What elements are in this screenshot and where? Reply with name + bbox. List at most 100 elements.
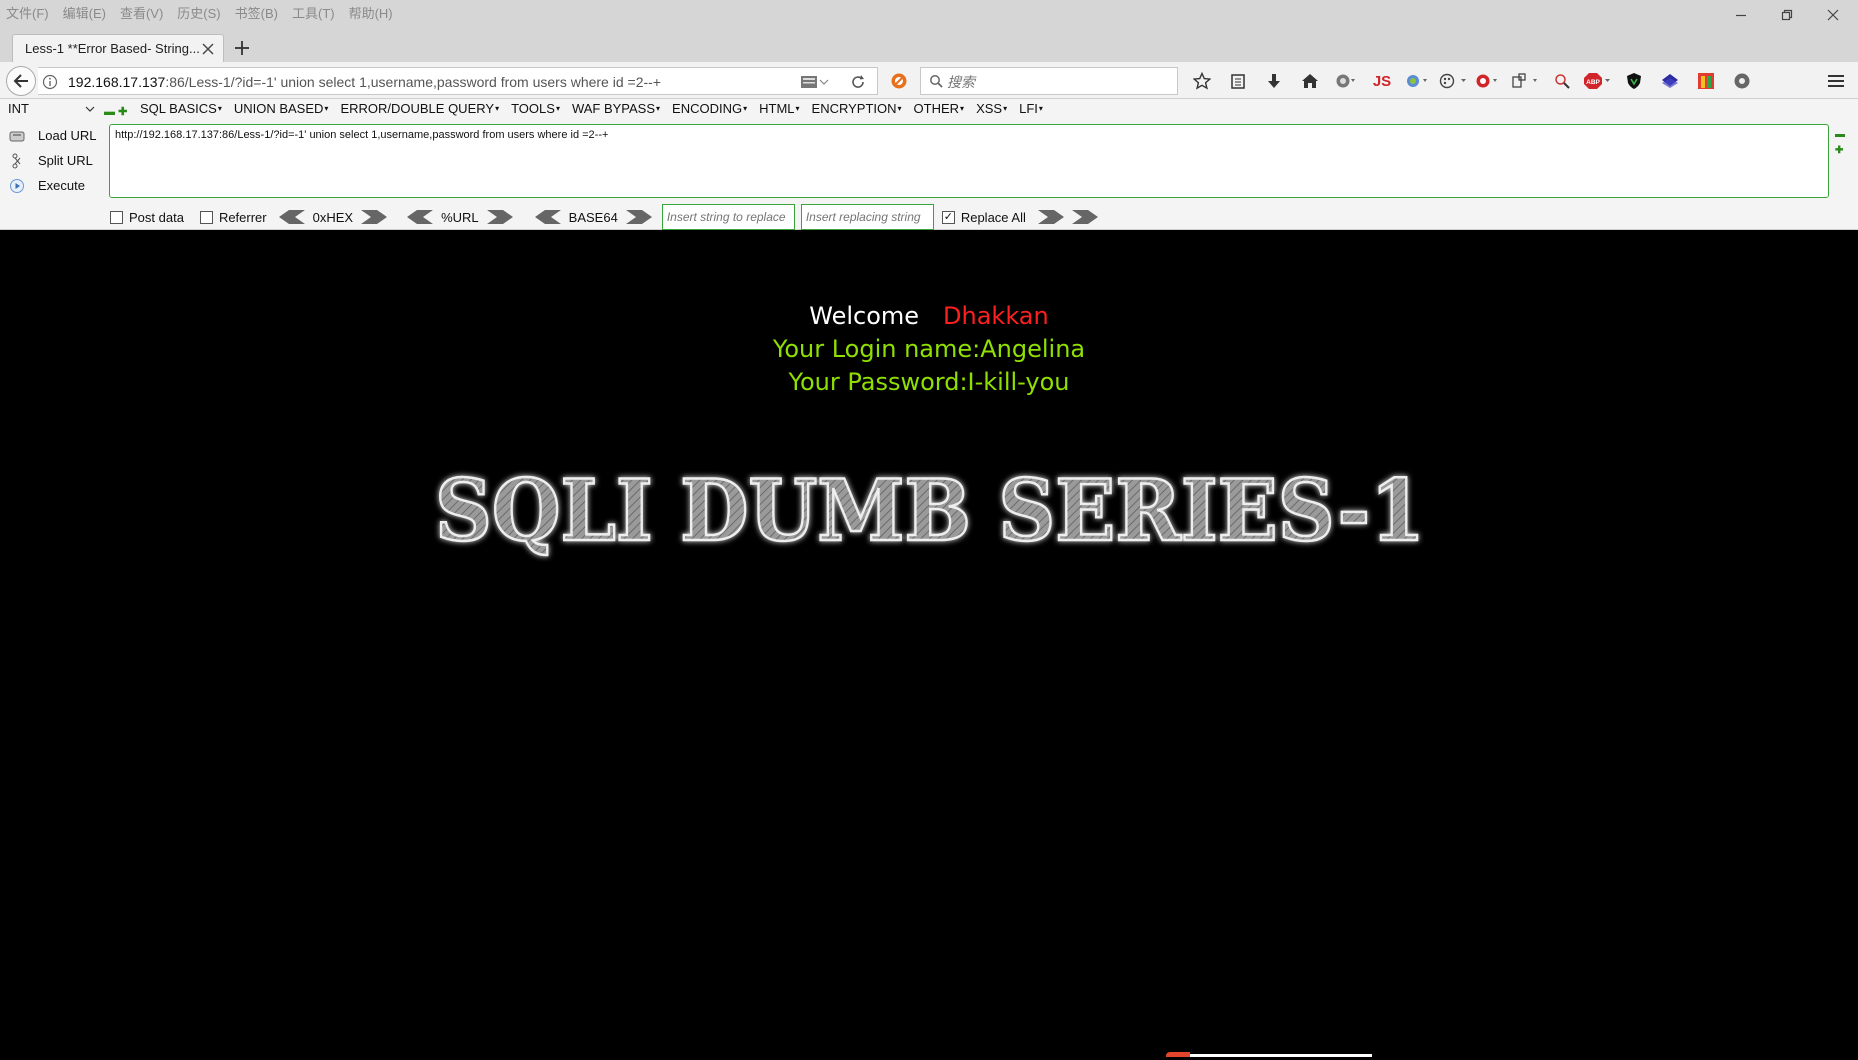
plus-icon[interactable]: ✚ — [118, 106, 127, 118]
search-box[interactable] — [920, 67, 1178, 95]
replace-all-checkbox[interactable]: ✓ — [941, 210, 955, 224]
magnifier-icon — [1555, 74, 1570, 89]
js-toggle-button[interactable]: JS — [1364, 67, 1400, 95]
base64-decode-arrow-icon[interactable] — [534, 210, 561, 224]
restore-button[interactable] — [1764, 2, 1810, 28]
address-bar[interactable]: 192.168.17.137:86/Less-1/?id=-1' union s… — [38, 67, 878, 95]
reload-icon[interactable] — [850, 74, 866, 90]
sync-button[interactable] — [1328, 67, 1364, 95]
minus-icon[interactable]: ▬ — [1835, 129, 1845, 140]
menu-file[interactable]: 文件(F) — [6, 3, 49, 22]
navigation-bar: 192.168.17.137:86/Less-1/?id=-1' union s… — [0, 62, 1858, 99]
download-icon — [1268, 74, 1280, 88]
url-text[interactable]: 192.168.17.137:86/Less-1/?id=-1' union s… — [68, 74, 661, 90]
hackbar-menu-error-double-query[interactable]: ERROR/DOUBLE QUERY — [340, 101, 499, 116]
close-tab-icon[interactable] — [199, 40, 217, 58]
menu-items: 文件(F) 编辑(E) 查看(V) 历史(S) 书签(B) 工具(T) 帮助(H… — [6, 3, 393, 22]
hamburger-menu-button[interactable] — [1818, 67, 1854, 95]
new-tab-icon[interactable] — [230, 36, 254, 60]
menu-bookmarks[interactable]: 书签(B) — [235, 3, 278, 22]
restore-icon — [1781, 9, 1793, 21]
replace-all-label: Replace All — [960, 209, 1026, 225]
hackbar-menu-html[interactable]: HTML — [759, 101, 799, 116]
execute-icon — [8, 177, 26, 195]
split-url-label: Split URL — [38, 153, 93, 168]
hex-decode-arrow-icon[interactable] — [278, 210, 305, 224]
hackbar-menu-sql-basics[interactable]: SQL BASICS — [140, 101, 222, 116]
proxy-icon — [1407, 75, 1427, 87]
replace-string-input[interactable] — [661, 204, 795, 230]
hackbar-url-textarea[interactable]: http://192.168.17.137:86/Less-1/?id=-1' … — [109, 124, 1829, 198]
base64-label: BASE64 — [568, 209, 618, 225]
back-button[interactable] — [6, 66, 36, 96]
minus-icon[interactable]: ▬ — [104, 106, 115, 118]
hackbar-zoom-controls[interactable]: ▬ ✚ — [104, 105, 127, 118]
base64-encode-arrow-icon[interactable] — [625, 210, 652, 224]
menu-help[interactable]: 帮助(H) — [349, 3, 393, 22]
addon-blocked-icon[interactable] — [890, 72, 908, 90]
chevron-down-icon — [85, 106, 95, 112]
referrer-label: Referrer — [218, 209, 267, 225]
layers-button[interactable] — [1652, 67, 1688, 95]
bookmark-star-button[interactable] — [1184, 67, 1220, 95]
hamburger-icon — [1828, 75, 1844, 87]
responsive-button[interactable] — [1508, 67, 1544, 95]
hackbar-menu-encoding[interactable]: ENCODING — [672, 101, 747, 116]
referrer-checkbox[interactable] — [199, 210, 213, 224]
minimize-button[interactable] — [1718, 2, 1764, 28]
adblock-button[interactable]: ABP — [1580, 67, 1616, 95]
toolbar-icons: JS ABP — [1184, 67, 1760, 95]
hackbar-menu-union-based[interactable]: UNION BASED — [234, 101, 329, 116]
url-decode-arrow-icon[interactable] — [407, 210, 434, 224]
close-icon — [1827, 9, 1839, 21]
hex-encode-arrow-icon[interactable] — [361, 210, 388, 224]
palette-icon — [1439, 73, 1466, 89]
home-button[interactable] — [1292, 67, 1328, 95]
url-encode-arrow-icon[interactable] — [486, 210, 513, 224]
colorful-tabs-icon — [1698, 73, 1714, 89]
proxy-button[interactable] — [1400, 67, 1436, 95]
menu-tools[interactable]: 工具(T) — [292, 3, 335, 22]
hackbar-encoding-row: Post data Referrer 0xHEX %URL BASE64 ✓ R… — [110, 204, 1098, 230]
shield-button[interactable] — [1616, 67, 1652, 95]
split-url-icon — [8, 152, 26, 170]
downloads-button[interactable] — [1256, 67, 1292, 95]
hackbar-menu-other[interactable]: OTHER — [914, 101, 965, 116]
library-button[interactable] — [1220, 67, 1256, 95]
page-content: Welcome Dhakkan Your Login name:Angelina … — [0, 230, 1858, 1060]
hackbar-menu-lfi[interactable]: LFI — [1019, 101, 1043, 116]
hackbar-menu-xss[interactable]: XSS — [976, 101, 1007, 116]
hackbar-actions: Load URL Split URL Execute — [8, 123, 98, 198]
url-host: 192.168.17.137 — [68, 74, 166, 90]
settings-button[interactable] — [1724, 67, 1760, 95]
replace-forward-arrow-icon[interactable] — [1037, 210, 1064, 224]
colorful-button[interactable] — [1688, 67, 1724, 95]
menu-view[interactable]: 查看(V) — [120, 3, 163, 22]
tab-active[interactable]: Less-1 **Error Based- String... — [12, 34, 224, 62]
hackbar-panel: INT ▬ ✚ SQL BASICS UNION BASED ERROR/DOU… — [0, 99, 1858, 230]
reader-view-icon[interactable] — [800, 74, 830, 90]
replacing-string-input[interactable] — [800, 204, 934, 230]
hackbar-type-select[interactable]: INT — [8, 101, 96, 119]
load-url-button[interactable]: Load URL — [8, 123, 98, 148]
tab-title: Less-1 **Error Based- String... — [25, 41, 200, 56]
split-url-button[interactable]: Split URL — [8, 148, 98, 173]
star-icon — [1193, 72, 1211, 90]
plus-icon[interactable]: ✚ — [1835, 145, 1843, 156]
menu-history[interactable]: 历史(S) — [177, 3, 220, 22]
zoom-button[interactable] — [1544, 67, 1580, 95]
search-input[interactable] — [947, 72, 1167, 92]
hackbar-side-zoom[interactable]: ▬ ✚ — [1835, 127, 1845, 159]
palette-button[interactable] — [1436, 67, 1472, 95]
hackbar-menu-tools[interactable]: TOOLS — [511, 101, 560, 116]
menu-edit[interactable]: 编辑(E) — [63, 3, 106, 22]
replace-run-arrow-icon[interactable] — [1071, 210, 1098, 224]
post-data-checkbox[interactable] — [110, 210, 123, 224]
execute-button[interactable]: Execute — [8, 173, 98, 198]
hackbar-menu-encryption[interactable]: ENCRYPTION — [812, 101, 902, 116]
close-window-button[interactable] — [1810, 2, 1856, 28]
site-info-icon[interactable] — [42, 74, 58, 90]
load-url-label: Load URL — [38, 128, 97, 143]
hackbar-menu-waf-bypass[interactable]: WAF BYPASS — [572, 101, 660, 116]
screenshot-button[interactable] — [1472, 67, 1508, 95]
